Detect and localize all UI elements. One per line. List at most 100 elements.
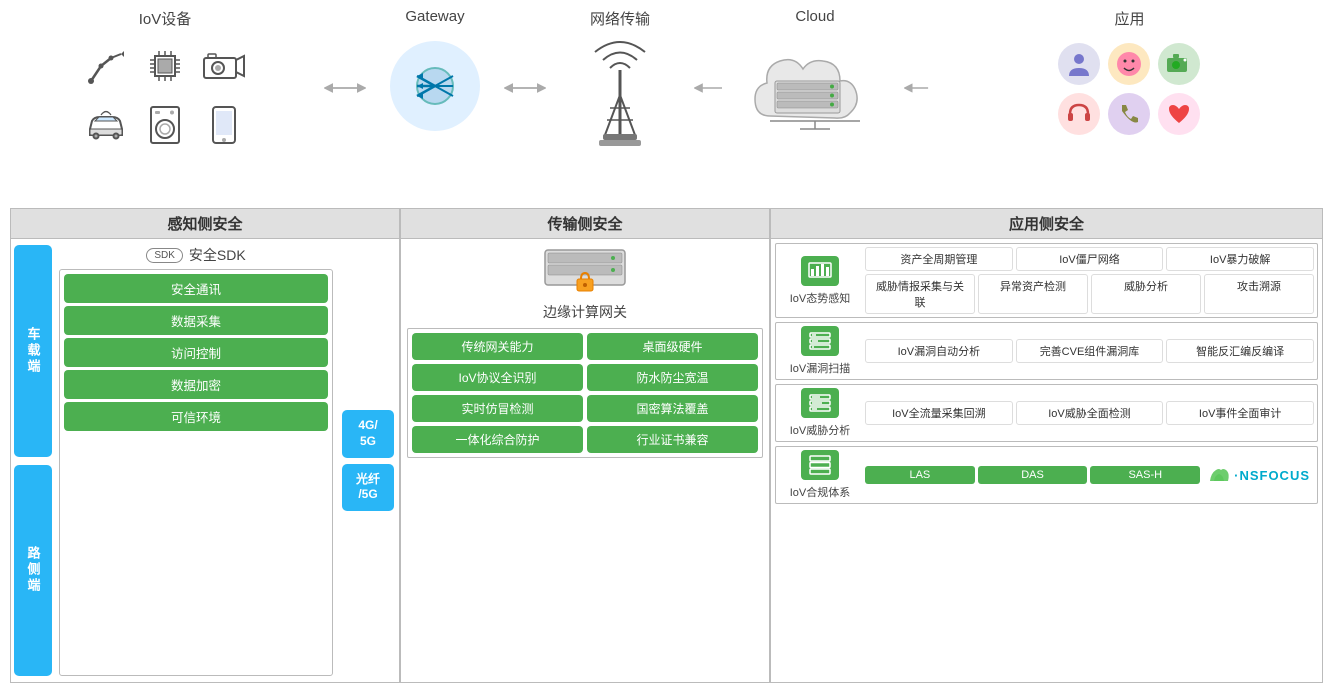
phone-icon (197, 97, 252, 152)
app-row2-icon (801, 388, 839, 418)
app-pill-2-1: IoV威胁全面检测 (1016, 401, 1164, 425)
car-icon (79, 97, 134, 152)
mid-cell-1: 桌面级硬件 (587, 333, 758, 360)
edge-gw-text: 边缘计算网关 (543, 302, 627, 322)
app-row2-pills: IoV全流量采集回溯 IoV威胁全面检测 IoV事件全面审计 (865, 401, 1314, 425)
gateway-icon (390, 41, 480, 131)
main-container: IoV设备 (0, 0, 1333, 688)
app-row0-row2: 威胁情报采集与关联 异常资产检测 威胁分析 攻击溯源 (865, 274, 1314, 314)
mid-cell-6: 一体化综合防护 (412, 426, 583, 453)
sdk-badge: SDK (146, 248, 183, 263)
app-pill-0-6: 攻击溯源 (1204, 274, 1314, 314)
bottom-area: 感知侧安全 车载端 路侧端 SDK 安全SDK 安全通讯 数据采集 访 (10, 208, 1323, 680)
app-row3-label: IoV合规体系 (790, 484, 851, 500)
app-icon-phone (1108, 93, 1150, 135)
app-row2-row1: IoV全流量采集回溯 IoV威胁全面检测 IoV事件全面审计 (865, 401, 1314, 425)
app-pill-0-4: 异常资产检测 (978, 274, 1088, 314)
app-icon-face (1108, 43, 1150, 85)
app-pill-0-3: 威胁情报采集与关联 (865, 274, 975, 314)
app-row0-row1: 资产全周期管理 IoV僵尸网络 IoV暴力破解 (865, 247, 1314, 271)
app-row0-label: IoV态势感知 (790, 290, 851, 306)
app-pill-0-5: 威胁分析 (1091, 274, 1201, 314)
app-row-0: IoV态势感知 资产全周期管理 IoV僵尸网络 IoV暴力破解 威胁情报采集与关… (775, 243, 1318, 318)
app-row2-label: IoV威胁分析 (790, 422, 851, 438)
app-icon-heart (1158, 93, 1200, 135)
chip-icon (138, 38, 193, 93)
app-label: 应用 (1114, 8, 1144, 29)
gateway-label: Gateway (405, 8, 464, 25)
app-pill-0-1: IoV僵尸网络 (1016, 247, 1164, 271)
pill-3: 数据加密 (64, 370, 328, 399)
app-row-1: IoV漏洞扫描 IoV漏洞自动分析 完善CVE组件漏洞库 智能反汇编反编译 (775, 322, 1318, 380)
app-row3-pills: LAS DAS SAS-H (865, 466, 1200, 484)
transmission-panel: 传输侧安全 (400, 208, 770, 680)
road-label: 路侧端 (14, 465, 52, 677)
net-fiber: 光纤/5G (342, 464, 394, 511)
vehicle-label: 车载端 (14, 245, 52, 457)
app-pill-3-1: DAS (978, 466, 1088, 484)
pill-0: 安全通讯 (64, 274, 328, 303)
app-icon-col-3: IoV合规体系 (779, 450, 861, 500)
application-body: IoV态势感知 资产全周期管理 IoV僵尸网络 IoV暴力破解 威胁情报采集与关… (770, 239, 1323, 683)
cloud-label: Cloud (795, 8, 834, 25)
app-row1-label: IoV漏洞扫描 (790, 360, 851, 376)
app-pill-3-0: LAS (865, 466, 975, 484)
app-icon-headset (1058, 93, 1100, 135)
app-icon-camera (1158, 43, 1200, 85)
nsfocus-logo: ·NSFOCUS (1204, 465, 1314, 485)
nsfocus-text: ·NSFOCUS (1234, 468, 1310, 483)
network-label: 网络传输 (590, 8, 650, 29)
app-icons-grid (1058, 43, 1202, 137)
mid-cell-4: 实时仿冒检测 (412, 395, 583, 422)
app-icon-col-0: IoV态势感知 (779, 256, 861, 306)
pill-1: 数据采集 (64, 306, 328, 335)
top-area: IoV设备 (10, 8, 1323, 208)
app-row3-row1: LAS DAS SAS-H (865, 466, 1200, 484)
app-pill-1-0: IoV漏洞自动分析 (865, 339, 1013, 363)
network-labels: 4G/5G 光纤/5G (337, 239, 399, 682)
robot-arm-icon (79, 38, 134, 93)
network-section: 网络传输 (550, 8, 690, 155)
app-pill-3-2: SAS-H (1090, 466, 1200, 484)
arrow4 (900, 38, 936, 138)
transmission-title: 传输侧安全 (400, 208, 770, 239)
camera-icon (197, 38, 252, 93)
app-row1-row1: IoV漏洞自动分析 完善CVE组件漏洞库 智能反汇编反编译 (865, 339, 1314, 363)
mid-cell-2: IoV协议全识别 (412, 364, 583, 391)
right-inner: IoV态势感知 资产全周期管理 IoV僵尸网络 IoV暴力破解 威胁情报采集与关… (771, 239, 1322, 682)
app-icon-col-1: IoV漏洞扫描 (779, 326, 861, 376)
app-row-3: IoV合规体系 LAS DAS SAS-H (775, 446, 1318, 504)
tower-icon (585, 35, 655, 155)
app-pill-0-2: IoV暴力破解 (1166, 247, 1314, 271)
app-pill-1-1: 完善CVE组件漏洞库 (1016, 339, 1164, 363)
cloud-icon (745, 31, 885, 151)
app-pill-1-2: 智能反汇编反编译 (1166, 339, 1314, 363)
sdk-title-row: SDK 安全SDK (59, 245, 333, 265)
sdk-name: 安全SDK (189, 245, 246, 265)
mid-grid: 传统网关能力 桌面级硬件 IoV协议全识别 防水防尘宽温 实时仿冒检测 国密算法… (407, 328, 763, 458)
application-panel: 应用侧安全 (770, 208, 1323, 680)
mid-inner: 边缘计算网关 传统网关能力 桌面级硬件 IoV协议全识别 防水防尘宽温 实时仿冒… (401, 239, 769, 682)
arrow2 (500, 38, 550, 138)
app-row1-pills: IoV漏洞自动分析 完善CVE组件漏洞库 智能反汇编反编译 (865, 339, 1314, 363)
washer-icon (138, 97, 193, 152)
mid-cell-7: 行业证书兼容 (587, 426, 758, 453)
mid-cell-0: 传统网关能力 (412, 333, 583, 360)
sdk-pills-box: 安全通讯 数据采集 访问控制 数据加密 可信环境 (59, 269, 333, 676)
arrow1 (320, 38, 370, 138)
perception-body: 车载端 路侧端 SDK 安全SDK 安全通讯 数据采集 访问控制 数据加密 可信… (10, 239, 400, 683)
app-pill-0-0: 资产全周期管理 (865, 247, 1013, 271)
app-row-2: IoV威胁分析 IoV全流量采集回溯 IoV威胁全面检测 IoV事件全面审计 (775, 384, 1318, 442)
arrow3 (690, 38, 730, 138)
perception-panel: 感知侧安全 车载端 路侧端 SDK 安全SDK 安全通讯 数据采集 访 (10, 208, 400, 680)
net-4g5g: 4G/5G (342, 410, 394, 457)
pill-2: 访问控制 (64, 338, 328, 367)
perception-title: 感知侧安全 (10, 208, 400, 239)
iov-icons-area (65, 35, 265, 155)
app-row0-pills: 资产全周期管理 IoV僵尸网络 IoV暴力破解 威胁情报采集与关联 异常资产检测… (865, 247, 1314, 314)
cloud-section: Cloud (730, 8, 900, 151)
app-pill-2-0: IoV全流量采集回溯 (865, 401, 1013, 425)
sdk-area: SDK 安全SDK 安全通讯 数据采集 访问控制 数据加密 可信环境 (55, 239, 337, 682)
mid-cell-5: 国密算法覆盖 (587, 395, 758, 422)
app-icon-person (1058, 43, 1100, 85)
